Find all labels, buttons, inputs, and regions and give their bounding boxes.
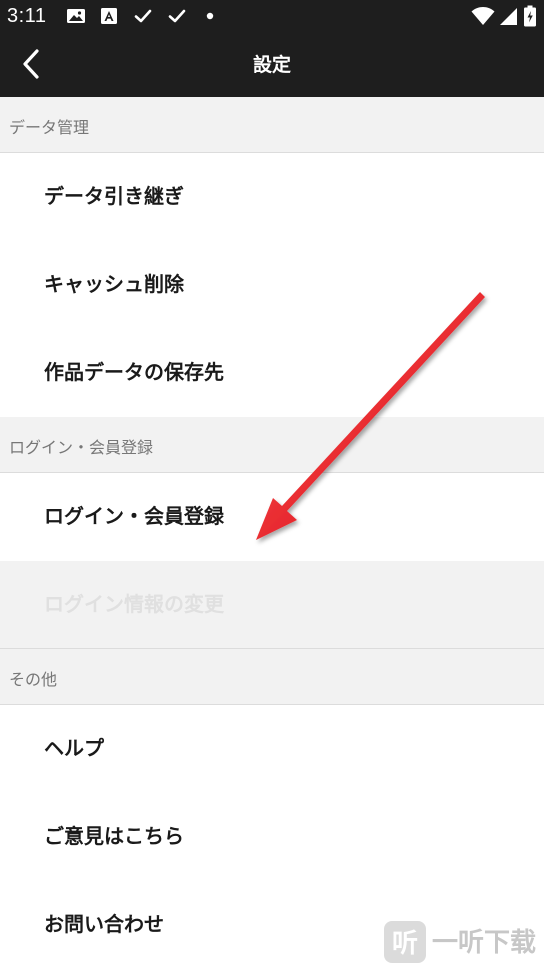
setting-item-change-login-info: ログイン情報の変更 xyxy=(0,561,544,649)
status-bar: 3:11 xyxy=(0,0,544,32)
setting-item-help[interactable]: ヘルプ xyxy=(0,705,544,793)
section-header-label: その他 xyxy=(9,670,58,689)
page-title: 設定 xyxy=(252,54,291,76)
image-icon xyxy=(66,6,86,26)
setting-item-label: データ引き継ぎ xyxy=(44,184,184,208)
section-header-login: ログイン・会員登録 xyxy=(0,417,544,473)
setting-item-label: ご意見はこちら xyxy=(44,824,184,848)
section-header-other: その他 xyxy=(0,649,544,705)
settings-list: データ管理 データ引き継ぎ キャッシュ削除 作品データの保存先 ログイン・会員登… xyxy=(0,97,544,965)
setting-item-login-register[interactable]: ログイン・会員登録 xyxy=(0,473,544,561)
section-header-data-management: データ管理 xyxy=(0,97,544,153)
watermark: 听 一听下载 xyxy=(384,921,544,965)
setting-item-label: キャッシュ削除 xyxy=(44,272,184,296)
setting-item-label: ログイン・会員登録 xyxy=(44,504,224,528)
setting-item-label: ヘルプ xyxy=(44,736,104,760)
settings-screen: 3:11 設定 データ管理 データ引き継ぎ キャッシュ削除 作品データの保存先 … xyxy=(0,0,544,965)
setting-item-feedback[interactable]: ご意見はこちら xyxy=(0,793,544,881)
signal-icon xyxy=(499,6,519,26)
a-notification-icon xyxy=(99,6,119,26)
section-header-label: ログイン・会員登録 xyxy=(9,438,154,457)
watermark-text: 一听下载 xyxy=(432,928,537,958)
app-bar: 設定 xyxy=(0,32,544,97)
setting-item-clear-cache[interactable]: キャッシュ削除 xyxy=(0,241,544,329)
wifi-icon xyxy=(471,6,495,26)
battery-icon xyxy=(523,5,537,27)
setting-item-label: お問い合わせ xyxy=(44,912,164,936)
check-icon xyxy=(167,6,187,26)
setting-item-label: ログイン情報の変更 xyxy=(44,592,224,616)
setting-item-data-transfer[interactable]: データ引き継ぎ xyxy=(0,153,544,241)
setting-item-storage-location[interactable]: 作品データの保存先 xyxy=(0,329,544,417)
svg-text:听: 听 xyxy=(392,929,418,959)
setting-item-label: 作品データの保存先 xyxy=(44,360,224,384)
check-icon xyxy=(133,6,153,26)
section-header-label: データ管理 xyxy=(9,118,90,137)
status-time: 3:11 xyxy=(7,5,47,27)
watermark-logo-icon: 听 xyxy=(384,921,426,963)
dot-icon xyxy=(200,6,220,26)
